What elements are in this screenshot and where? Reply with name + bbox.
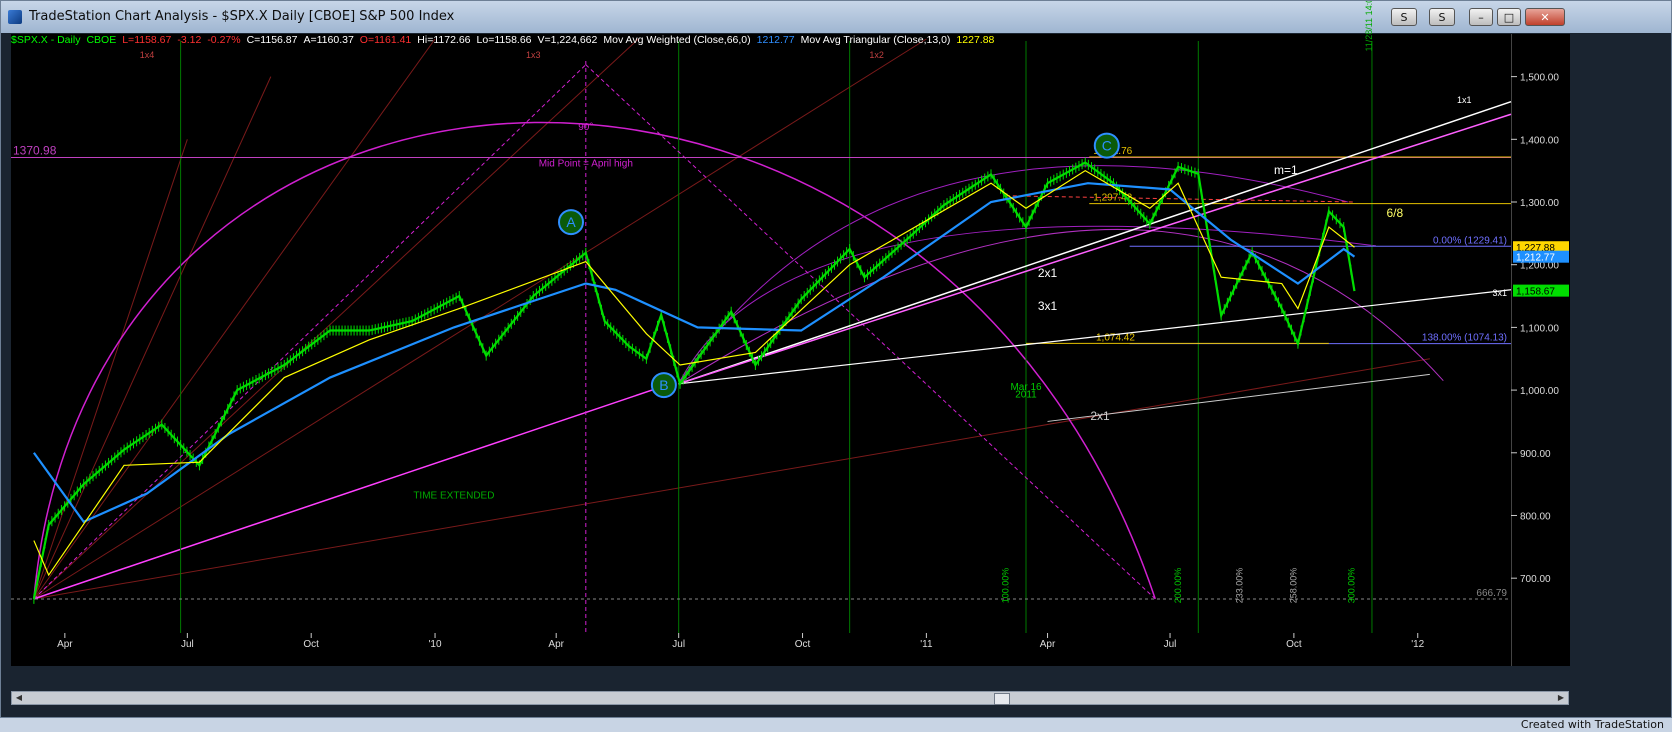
chart-annotation: 2011 xyxy=(1015,390,1037,401)
status-item: C=1156.87 xyxy=(246,34,298,46)
chart-annotation: 300.00% xyxy=(1346,568,1356,604)
status-item: -0.27% xyxy=(207,34,241,46)
chart-annotation: 6/8 xyxy=(1387,206,1404,220)
status-item: O=1161.41 xyxy=(359,34,412,46)
wma-line xyxy=(32,182,1356,524)
chart-annotation: 3x1 xyxy=(1038,299,1058,313)
y-tick-label: 800.00 xyxy=(1520,511,1551,522)
x-tick-label: Oct xyxy=(795,639,811,650)
y-tick-label: 1,000.00 xyxy=(1520,386,1559,397)
x-tick-label: Jul xyxy=(1164,639,1177,650)
chart-annotation: 2x1 xyxy=(1090,409,1110,423)
gann-arc xyxy=(678,229,1444,385)
horizontal-scrollbar[interactable]: ◀ ▶ xyxy=(11,691,1569,705)
wave-circle-label: C xyxy=(1102,138,1112,154)
chart-annotation: 1x3 xyxy=(526,50,541,60)
x-tick-label: '11 xyxy=(920,639,933,650)
gann-fan-line xyxy=(33,358,1430,600)
status-item: Hi=1172.66 xyxy=(417,34,471,46)
chart-annotation: 3x1 xyxy=(1492,288,1507,298)
gann-fan-line xyxy=(33,76,272,600)
chart-annotation: 90° xyxy=(578,122,593,133)
status-item: L=1158.67 xyxy=(122,34,172,46)
gann-arc xyxy=(33,121,1156,600)
chart-annotation: 11/28/11 14:00 xyxy=(1364,1,1374,52)
status-item: 1227.88 xyxy=(956,34,995,46)
trendline-3x1 xyxy=(678,289,1512,385)
x-tick-label: '10 xyxy=(429,639,442,650)
chart-svg: 700.00800.00900.001,000.001,100.001,200.… xyxy=(11,1,1569,650)
wave-circle-label: B xyxy=(659,377,668,393)
gann-fan-line xyxy=(33,139,188,600)
x-tick-label: Oct xyxy=(1286,639,1302,650)
chart-annotation: Mid Point = April high xyxy=(539,158,633,169)
scroll-left-icon[interactable]: ◀ xyxy=(13,692,25,704)
y-tick-label: 1,300.00 xyxy=(1520,198,1559,209)
x-tick-label: '12 xyxy=(1411,639,1424,650)
x-tick-label: Oct xyxy=(303,639,319,650)
chart-annotation: 233.00% xyxy=(1235,568,1245,604)
tradestation-window: TradeStation Chart Analysis - $SPX.X Dai… xyxy=(0,0,1672,718)
x-tick-label: Apr xyxy=(548,639,564,650)
status-line: $SPX.X - Daily CBOE L=1158.67 -3.12 -0.27% C=… xyxy=(11,34,1000,46)
gann-fan-line xyxy=(33,38,436,600)
chart-annotation: 100.00% xyxy=(1001,568,1011,604)
gann-fan-line xyxy=(33,383,671,600)
level-label: 1370.98 xyxy=(13,144,57,158)
x-tick-label: Jul xyxy=(672,639,685,650)
status-item: $SPX.X - Daily xyxy=(11,34,81,46)
status-item: 1212.77 xyxy=(756,34,795,46)
status-item: Mov Avg Weighted (Close,66,0) xyxy=(603,34,751,46)
x-tick-label: Jul xyxy=(181,639,194,650)
scroll-thumb[interactable] xyxy=(994,693,1010,705)
status-item: V=1,224,662 xyxy=(537,34,598,46)
level-label: 0.00% (1229.41) xyxy=(1433,235,1507,246)
scroll-right-icon[interactable]: ▶ xyxy=(1555,692,1567,704)
chart-annotation: 1x2 xyxy=(869,50,884,60)
chart-annotation: 258.00% xyxy=(1289,568,1299,604)
level-label: 666.79 xyxy=(1476,588,1507,599)
chart-annotation: TIME EXTENDED xyxy=(413,491,494,502)
price-line xyxy=(32,161,1356,600)
diagonal-dashed-line xyxy=(33,64,587,600)
status-item: A=1160.37 xyxy=(303,34,354,46)
y-tick-label: 1,500.00 xyxy=(1520,73,1559,84)
chart-annotation: 1x1 xyxy=(1457,95,1472,105)
axis-price-tag-label: 1,212.77 xyxy=(1516,253,1555,264)
gann-arc xyxy=(678,225,1377,385)
y-tick-label: 1,400.00 xyxy=(1520,135,1559,146)
created-with-label: Created with TradeStation xyxy=(1520,718,1664,731)
x-tick-label: Apr xyxy=(1040,639,1056,650)
y-tick-label: 1,100.00 xyxy=(1520,323,1559,334)
axis-price-tag-label: 1,158.67 xyxy=(1516,287,1555,298)
status-item: CBOE xyxy=(86,34,117,46)
status-item: Mov Avg Triangular (Close,13,0) xyxy=(800,34,951,46)
diagonal-dashed-line xyxy=(585,64,1156,600)
status-item: Lo=1158.66 xyxy=(476,34,532,46)
status-item: -3.12 xyxy=(177,34,202,46)
chart-annotation: 2x1 xyxy=(1038,266,1058,280)
y-tick-label: 900.00 xyxy=(1520,449,1551,460)
wave-circle-label: A xyxy=(566,214,576,230)
chart-annotation: m=1 xyxy=(1274,163,1298,177)
chart-annotation: 1x4 xyxy=(140,50,155,60)
level-label: 138.00% (1074.13) xyxy=(1422,333,1507,344)
chart-annotation: 200.00% xyxy=(1173,568,1183,604)
x-tick-label: Apr xyxy=(57,639,73,650)
y-tick-label: 700.00 xyxy=(1520,574,1551,585)
